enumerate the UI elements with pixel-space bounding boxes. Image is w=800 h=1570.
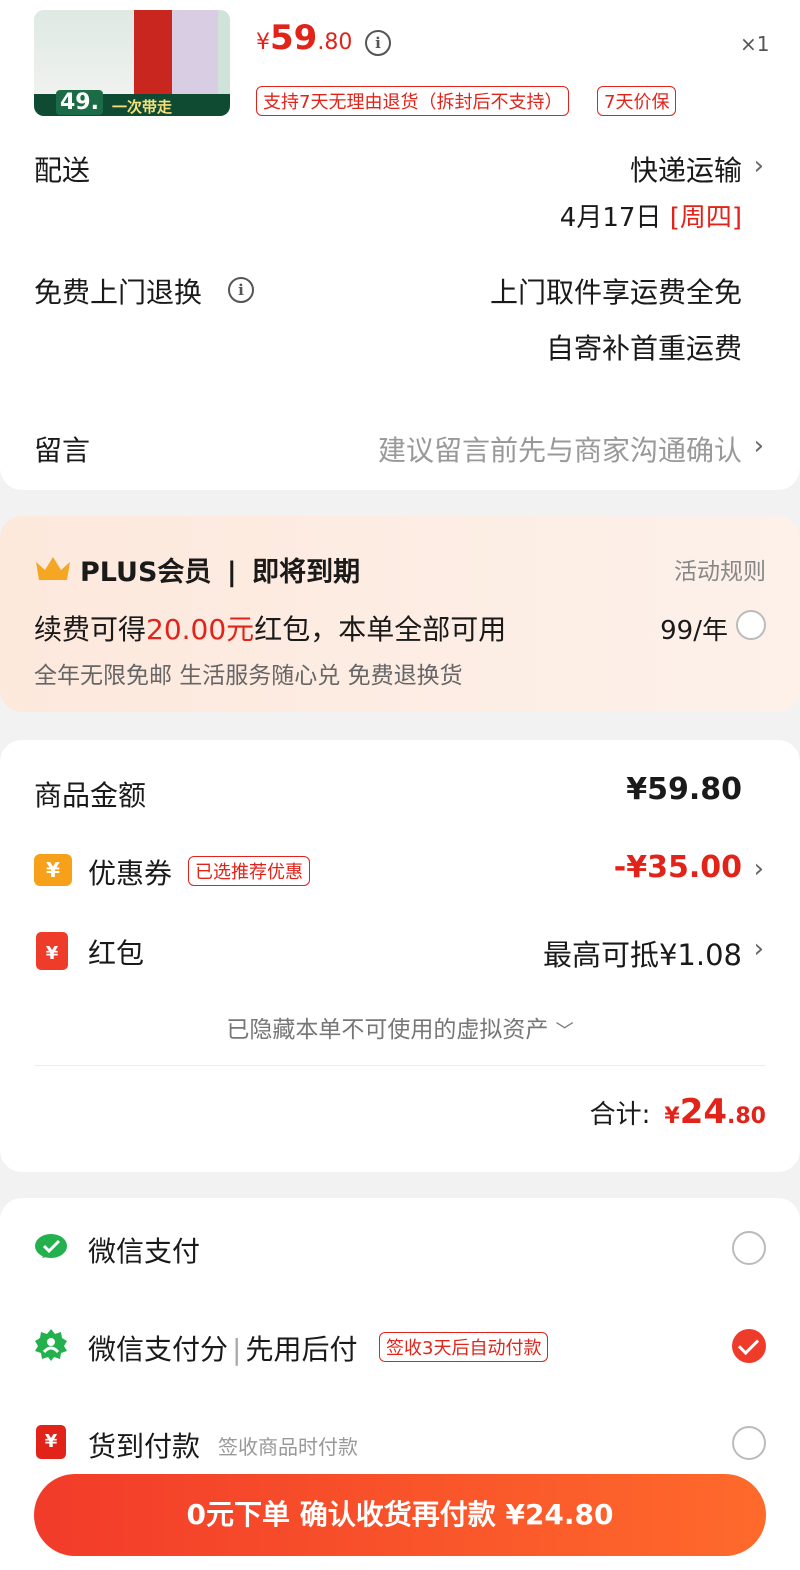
wechat-score-text: 微信支付分 | 先用后付 xyxy=(88,1328,357,1368)
plus-title: PLUS会员 | 即将到期 xyxy=(80,550,360,589)
product-image-banner-text: 一次带走1700ml xyxy=(112,98,173,116)
summary-divider xyxy=(34,1065,766,1066)
product-image-bottle-purple xyxy=(172,10,218,100)
coupon-value: -¥35.00 xyxy=(613,850,742,885)
submit-order-label: 0元下单 确认收货再付款 ¥24.80 xyxy=(186,1498,614,1531)
product-image-bottle-green xyxy=(218,10,230,100)
product-image[interactable]: 49. 一次带走1700ml xyxy=(34,10,230,116)
coupon-row[interactable]: ¥ 优惠券 已选推荐优惠 -¥35.00 › xyxy=(0,840,800,900)
price-decimal: .80 xyxy=(317,30,353,55)
message-placeholder: 建议留言前先与商家沟通确认 xyxy=(377,434,742,467)
wechat-score-icon xyxy=(35,1329,67,1361)
red-packet-chevron-icon: › xyxy=(753,934,764,964)
plus-renew-radio[interactable] xyxy=(736,610,766,640)
wechat-score-sub: 先用后付 xyxy=(245,1333,358,1366)
wechat-score-radio-checked[interactable] xyxy=(732,1329,766,1363)
hidden-assets-text: 已隐藏本单不可使用的虚拟资产 xyxy=(226,1017,549,1043)
red-packet-value: 最高可抵¥1.08 xyxy=(542,938,742,972)
delivery-row[interactable]: 配送 快递运输 › 4月17日 [周四] xyxy=(0,135,800,235)
price-symbol: ¥ xyxy=(256,30,270,55)
product-image-bottle-red xyxy=(134,10,172,100)
total-label: 合计: xyxy=(589,1100,651,1130)
payment-option-wechat[interactable]: 微信支付 xyxy=(0,1218,800,1278)
hidden-assets-toggle[interactable]: 已隐藏本单不可使用的虚拟资产 ﹀ xyxy=(0,1010,800,1044)
cash-on-delivery-icon: ¥ xyxy=(36,1425,66,1459)
product-price: ¥59.80 xyxy=(256,18,352,58)
delivery-chevron-icon: › xyxy=(753,151,764,181)
plus-renew-text: 续费可得20.00元红包，本单全部可用 xyxy=(34,608,506,648)
delivery-label: 配送 xyxy=(34,154,91,187)
goods-amount-label: 商品金额 xyxy=(34,779,147,812)
product-card: 49. 一次带走1700ml ¥59.80 i ×1 支持7天无理由退货（拆封后… xyxy=(0,0,800,135)
free-return-info-icon[interactable]: i xyxy=(228,277,254,303)
wechat-pay-icon xyxy=(35,1234,67,1258)
product-quantity: ×1 xyxy=(740,32,770,56)
crown-icon xyxy=(36,557,70,580)
order-info-card: 配送 快递运输 › 4月17日 [周四] 免费上门退换 i 上门取件享运费全免 … xyxy=(0,135,800,490)
chevron-down-icon: ﹀ xyxy=(555,1021,574,1042)
plus-title-separator: | xyxy=(226,557,237,588)
plus-renew-amount: 20.00元 xyxy=(146,613,255,646)
price-info-icon[interactable]: i xyxy=(365,30,391,56)
message-chevron-icon: › xyxy=(753,431,764,461)
message-row[interactable]: 留言 建议留言前先与商家沟通确认 › xyxy=(0,415,800,475)
total-integer: 24 xyxy=(679,1092,728,1132)
free-return-line1: 上门取件享运费全免 xyxy=(489,276,742,309)
total-decimal: .80 xyxy=(727,1104,766,1129)
price-protect-tag: 7天价保 xyxy=(597,86,677,116)
amount-summary-card: 商品金额 ¥59.80 ¥ 优惠券 已选推荐优惠 -¥35.00 › ¥ 红包 … xyxy=(0,740,800,1172)
delivery-date-day: 4月17日 xyxy=(559,203,662,233)
delivery-method: 快递运输 xyxy=(629,154,742,187)
red-packet-icon: ¥ xyxy=(36,932,68,970)
plus-renew-suffix: 红包，本单全部可用 xyxy=(254,613,507,646)
plus-benefits: 全年无限免邮 生活服务随心兑 免费退换货 xyxy=(34,663,463,689)
free-return-label: 免费上门退换 xyxy=(34,276,203,309)
plus-member-card: PLUS会员 | 即将到期 活动规则 续费可得20.00元红包，本单全部可用 9… xyxy=(0,516,800,712)
plus-renew-prefix: 续费可得 xyxy=(34,613,147,646)
coupon-selected-tag: 已选推荐优惠 xyxy=(188,856,310,886)
plus-title-text: PLUS会员 xyxy=(80,557,212,588)
plus-rules-link[interactable]: 活动规则 xyxy=(674,552,766,586)
delivery-date-weekday: [周四] xyxy=(669,203,742,233)
red-packet-label: 红包 xyxy=(88,937,145,970)
message-label: 留言 xyxy=(34,434,91,467)
total-symbol: ¥ xyxy=(664,1104,680,1129)
wechat-score-label: 微信支付分 xyxy=(88,1333,229,1366)
wechat-pay-label: 微信支付 xyxy=(88,1235,201,1268)
coupon-label: 优惠券 xyxy=(88,857,173,890)
payment-option-wechat-score[interactable]: 微信支付分 | 先用后付 签收3天后自动付款 xyxy=(0,1316,800,1376)
wechat-score-separator: | xyxy=(232,1333,242,1366)
wechat-score-tag: 签收3天后自动付款 xyxy=(379,1332,549,1362)
cod-label: 货到付款 xyxy=(88,1430,201,1463)
cod-sub: 签收商品时付款 xyxy=(218,1435,358,1459)
goods-amount-value: ¥59.80 xyxy=(626,772,742,807)
delivery-date: 4月17日 [周四] xyxy=(560,197,742,234)
coupon-icon: ¥ xyxy=(34,854,72,886)
free-return-line2: 自寄补首重运费 xyxy=(545,332,742,365)
plus-price: 99/年 xyxy=(660,616,728,646)
order-total: 合计: ¥24.80 xyxy=(590,1092,766,1132)
price-integer: 59 xyxy=(270,18,318,58)
wechat-pay-radio[interactable] xyxy=(732,1231,766,1265)
cod-radio[interactable] xyxy=(732,1426,766,1460)
return-policy-tag: 支持7天无理由退货（拆封后不支持） xyxy=(256,86,570,116)
plus-status: 即将到期 xyxy=(252,557,361,588)
submit-order-button[interactable]: 0元下单 确认收货再付款 ¥24.80 xyxy=(34,1474,766,1556)
product-image-price: 49. xyxy=(56,90,103,115)
red-packet-row[interactable]: ¥ 红包 最高可抵¥1.08 › xyxy=(0,920,800,980)
coupon-chevron-icon: › xyxy=(753,854,764,884)
